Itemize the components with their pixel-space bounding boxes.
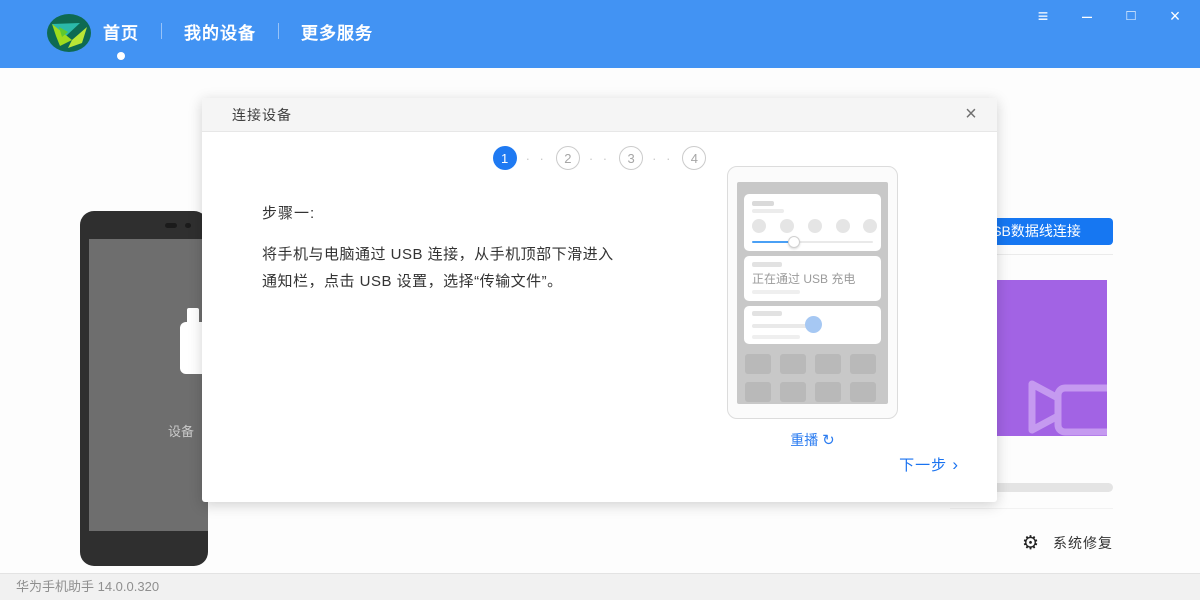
replay-icon: ↻ bbox=[822, 432, 835, 449]
app-icon-placeholder bbox=[815, 382, 841, 402]
menu-icon[interactable]: ≡ bbox=[1034, 2, 1052, 30]
device-status-text: 设备 bbox=[168, 421, 194, 440]
app-icon-placeholder bbox=[850, 382, 876, 402]
app-window: 首页 我的设备 更多服务 ≡ – □ × 设备 bbox=[0, 0, 1200, 600]
dialog-header: 连接设备 × bbox=[202, 98, 997, 132]
maximize-icon[interactable]: □ bbox=[1122, 2, 1140, 30]
demo-phone-illustration: 正在通过 USB 充电 bbox=[727, 166, 898, 419]
dialog-close-icon[interactable]: × bbox=[959, 98, 983, 131]
hisuite-logo-icon bbox=[46, 10, 92, 56]
step-separator: · · bbox=[526, 151, 547, 166]
phone-camera-icon bbox=[185, 223, 191, 228]
step-separator: · · bbox=[589, 151, 610, 166]
nav-item-home[interactable]: 首页 bbox=[103, 15, 139, 54]
brightness-slider-knob bbox=[788, 236, 800, 248]
brightness-slider-track bbox=[796, 241, 873, 243]
nav-divider bbox=[161, 23, 162, 39]
top-bar: 首页 我的设备 更多服务 ≡ – □ × bbox=[0, 0, 1200, 68]
dialog-title: 连接设备 bbox=[232, 98, 292, 132]
quick-toggle-icon bbox=[752, 219, 766, 233]
demo-phone-screen: 正在通过 USB 充电 bbox=[737, 182, 888, 404]
step-separator: · · bbox=[652, 151, 673, 166]
app-version-text: 华为手机助手 14.0.0.320 bbox=[16, 574, 159, 600]
toggle-knob-icon bbox=[805, 316, 822, 333]
usb-charging-text: 正在通过 USB 充电 bbox=[752, 270, 855, 287]
device-phone-mockup: 设备 bbox=[80, 211, 208, 566]
system-repair-button[interactable]: ⚙ 系统修复 bbox=[1022, 532, 1113, 554]
placeholder-bar bbox=[752, 311, 782, 316]
status-bar: 华为手机助手 14.0.0.320 bbox=[0, 573, 1200, 600]
main-nav: 首页 我的设备 更多服务 bbox=[103, 0, 373, 68]
panel-divider bbox=[950, 508, 1113, 509]
notification-card bbox=[744, 306, 881, 344]
quick-toggle-icon bbox=[808, 219, 822, 233]
window-controls: ≡ – □ × bbox=[1034, 2, 1184, 30]
nav-services-label: 更多服务 bbox=[301, 24, 373, 43]
video-icon bbox=[1018, 378, 1107, 436]
nav-item-my-devices[interactable]: 我的设备 bbox=[184, 15, 256, 54]
placeholder-bar bbox=[752, 335, 800, 339]
app-icon-placeholder bbox=[745, 354, 771, 374]
placeholder-bar bbox=[752, 262, 782, 267]
gear-icon: ⚙ bbox=[1022, 532, 1039, 554]
device-phone-screen bbox=[89, 239, 208, 531]
app-icon-placeholder bbox=[780, 382, 806, 402]
usb-notification-card: 正在通过 USB 充电 bbox=[744, 256, 881, 301]
step-2: 2 bbox=[556, 146, 580, 170]
step-3: 3 bbox=[619, 146, 643, 170]
nav-divider bbox=[278, 23, 279, 39]
step-instruction: 将手机与电脑通过 USB 连接，从手机顶部下滑进入通知栏，点击 USB 设置，选… bbox=[262, 241, 628, 295]
connect-device-dialog: 连接设备 × 1 · · 2 · · 3 · · 4 步骤一: 将手机与电脑通过… bbox=[202, 98, 997, 502]
app-icon-placeholder bbox=[850, 354, 876, 374]
quick-toggle-icon bbox=[863, 219, 877, 233]
placeholder-bar bbox=[752, 290, 800, 294]
minimize-icon[interactable]: – bbox=[1078, 2, 1096, 30]
system-repair-label: 系统修复 bbox=[1053, 533, 1113, 553]
quick-settings-card bbox=[744, 194, 881, 251]
quick-toggle-icon bbox=[780, 219, 794, 233]
active-nav-dot bbox=[117, 52, 125, 60]
step-1: 1 bbox=[493, 146, 517, 170]
next-step-label: 下一步 bbox=[899, 457, 947, 474]
app-icon-placeholder bbox=[745, 382, 771, 402]
phone-speaker-icon bbox=[165, 223, 177, 228]
replay-button[interactable]: 重播 ↻ bbox=[727, 430, 898, 450]
nav-devices-label: 我的设备 bbox=[184, 24, 256, 43]
app-icon-placeholder bbox=[815, 354, 841, 374]
step-4: 4 bbox=[682, 146, 706, 170]
nav-home-label: 首页 bbox=[103, 24, 139, 43]
replay-label: 重播 bbox=[790, 432, 818, 448]
placeholder-bar bbox=[752, 209, 784, 213]
chevron-right-icon: › bbox=[952, 455, 959, 474]
quick-toggle-icon bbox=[836, 219, 850, 233]
step-heading: 步骤一: bbox=[262, 202, 315, 223]
placeholder-bar bbox=[752, 201, 774, 206]
nav-item-more-services[interactable]: 更多服务 bbox=[301, 15, 373, 54]
app-icon-placeholder bbox=[780, 354, 806, 374]
close-icon[interactable]: × bbox=[1166, 2, 1184, 30]
next-step-button[interactable]: 下一步 › bbox=[899, 454, 959, 475]
placeholder-bar bbox=[752, 324, 812, 328]
